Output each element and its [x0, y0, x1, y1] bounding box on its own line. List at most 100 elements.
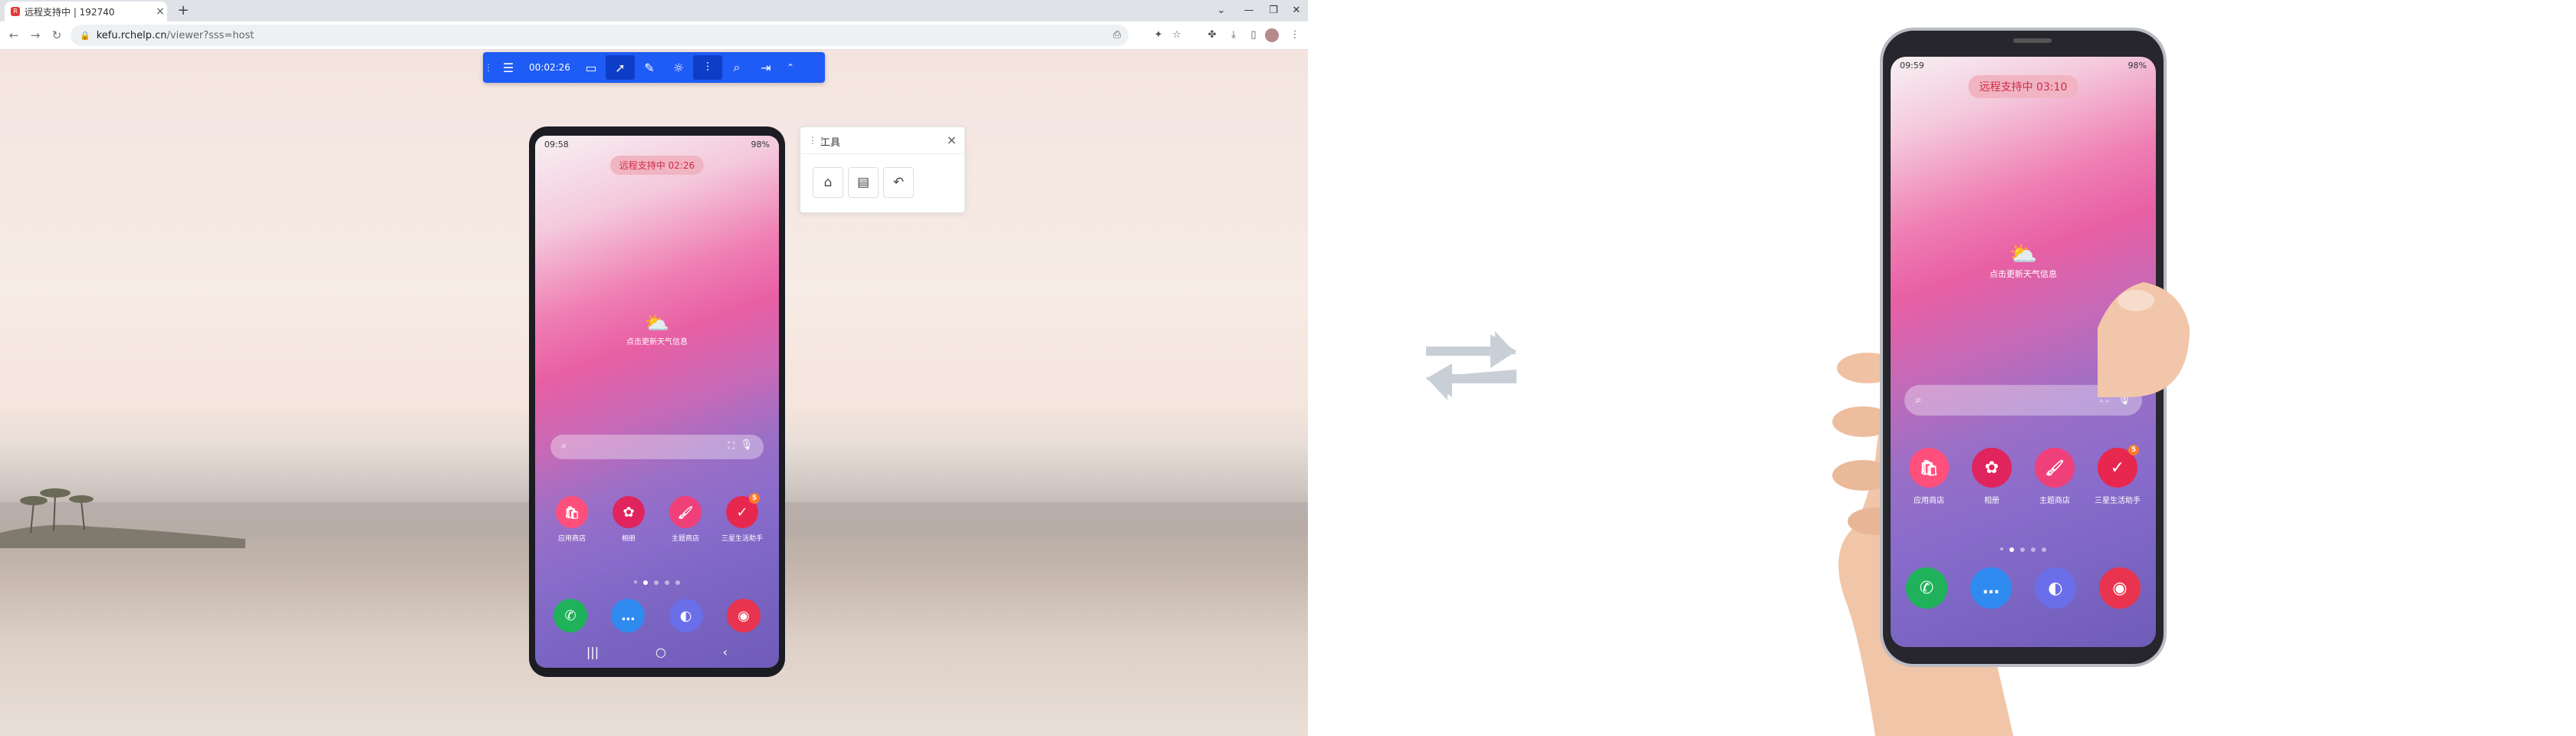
status-time: 09:59	[1900, 61, 1924, 71]
page-dot	[643, 580, 648, 585]
app-gallery[interactable]: ✿ 相册	[601, 496, 656, 543]
zoom-icon[interactable]: ⌕	[722, 55, 751, 80]
page-dot	[634, 580, 637, 583]
app-store: 🛍 应用商店	[1898, 448, 1960, 505]
app-samsung-assistant[interactable]: ✓ 5 三星生活助手	[715, 493, 770, 543]
swap-arrows-icon	[1426, 331, 1516, 400]
pointer-icon[interactable]: ➚	[606, 55, 635, 80]
more-icon[interactable]: ⋮	[1288, 28, 1302, 42]
camera-app-icon: ◉	[2099, 567, 2141, 609]
weather-icon: ⛅	[2009, 241, 2038, 268]
drag-handle-icon[interactable]: ⋮	[483, 55, 494, 80]
dock: ✆ … ◐ ◉	[1906, 567, 2141, 609]
phone-app-icon: ✆	[1906, 567, 1947, 609]
recent-apps-icon: ▤	[856, 175, 870, 190]
reload-icon[interactable]: ↻	[49, 28, 64, 43]
video-icon[interactable]: ▭	[577, 55, 606, 80]
remote-support-pill: 远程支持中 03:10	[1968, 75, 2078, 98]
remote-phone-frame: 09:58 98% 远程支持中 02:26 ⛅ 点击更新天气信息 ⌕ ⛶ 🎙 🛍…	[529, 127, 785, 677]
remote-toolbar: ⋮ ☰ 00:02:26 ▭ ➚ ✎ ☼ ⫶ ⌕ ⇥ ⌃	[483, 52, 825, 83]
recent-apps-button[interactable]: ▤	[848, 167, 879, 198]
collapse-icon[interactable]: ⌃	[780, 55, 800, 80]
mic-icon[interactable]: 🎙	[740, 439, 753, 451]
notification-badge: 5	[2128, 445, 2139, 455]
back-nav-icon[interactable]: ←	[6, 28, 21, 43]
themes-icon: 🖌	[2035, 448, 2075, 488]
tool-panel-header: ⋮⋮ 工具 ×	[800, 127, 964, 154]
close-window-icon[interactable]: ✕	[1285, 3, 1308, 18]
home-button[interactable]: ⌂	[813, 167, 843, 198]
app-themes[interactable]: 🖌 主题商店	[658, 496, 713, 543]
puzzle-icon[interactable]: ✤	[1205, 28, 1219, 42]
status-bar: 09:58 98%	[535, 136, 779, 153]
exit-icon[interactable]: ⇥	[751, 55, 780, 80]
app-label: 应用商店	[1914, 497, 1944, 505]
browser-app-icon[interactable]: ◐	[669, 599, 703, 632]
back-nav-icon[interactable]: ‹	[723, 645, 728, 659]
restore-icon[interactable]: ❐	[1262, 3, 1285, 18]
gallery-icon: ✿	[1972, 448, 2012, 488]
thumb-image	[2098, 282, 2190, 397]
illustration-pane: 09:59 98% 远程支持中 03:10 ⛅ 点击更新天气信息 ⌕ ⛶ 🎙 🛍…	[1308, 0, 2576, 736]
menu-icon[interactable]: ☰	[494, 55, 523, 80]
address-field[interactable]: 🔒 kefu.rchelp.cn/viewer?sss=host	[71, 25, 1129, 46]
brightness-icon[interactable]: ☼	[664, 55, 693, 80]
app-store[interactable]: 🛍 应用商店	[544, 496, 600, 543]
home-nav-icon[interactable]: ○	[656, 645, 666, 659]
status-battery: 98%	[2128, 61, 2147, 71]
status-time: 09:58	[544, 140, 569, 150]
url-host: kefu.rchelp.cn	[96, 29, 167, 41]
star-icon[interactable]: ☆	[1170, 28, 1184, 42]
remote-support-pill: 远程支持中 02:26	[610, 156, 705, 175]
app-samsung-assistant: ✓ 5 三星生活助手	[2087, 445, 2148, 505]
browser-app-icon: ◐	[2035, 567, 2076, 609]
speaker-grille	[2013, 38, 2052, 43]
app-gallery: ✿ 相册	[1961, 448, 2022, 505]
page-dot	[654, 580, 659, 585]
pen-icon[interactable]: ✎	[635, 55, 664, 80]
recent-apps-nav-icon[interactable]: |||	[586, 645, 599, 659]
weather-text: 点击更新天气信息	[1990, 269, 2057, 279]
app-row: 🛍 应用商店 ✿ 相册 🖌 主题商店 ✓ 5 三星生活助手	[544, 493, 770, 543]
app-label: 主题商店	[2039, 497, 2070, 505]
extension-icon[interactable]: ✦	[1152, 28, 1165, 42]
settings-icon[interactable]: ⫶	[693, 55, 722, 80]
tab-title: 远程支持中 | 192740	[25, 6, 115, 18]
browser-tab[interactable]: R 远程支持中 | 192740 ×	[5, 2, 167, 21]
avatar[interactable]	[1265, 28, 1279, 42]
favicon-icon: R	[11, 7, 20, 16]
close-panel-icon[interactable]: ×	[947, 133, 957, 147]
tab-search-icon[interactable]: ⌄	[1210, 3, 1233, 18]
page-dot	[2031, 547, 2036, 552]
search-bar[interactable]: ⌕ ⛶ 🎙	[550, 435, 764, 459]
scan-icon[interactable]: ⛶	[728, 440, 734, 452]
forward-nav-icon[interactable]: →	[28, 28, 43, 43]
tab-close-icon[interactable]: ×	[153, 5, 167, 18]
page-dot	[2042, 547, 2046, 552]
new-tab-icon[interactable]: +	[175, 3, 192, 20]
messages-app-icon[interactable]: …	[611, 599, 646, 632]
status-bar: 09:59 98%	[1891, 57, 2156, 74]
app-label: 三星生活助手	[2095, 497, 2141, 505]
app-label: 主题商店	[671, 535, 699, 543]
weather-widget[interactable]: ⛅ 点击更新天气信息	[626, 312, 688, 347]
back-button[interactable]: ↶	[883, 167, 914, 198]
remote-phone-screen[interactable]: 09:58 98% 远程支持中 02:26 ⛅ 点击更新天气信息 ⌕ ⛶ 🎙 🛍…	[535, 136, 779, 668]
url-path: /viewer?sss=host	[166, 29, 255, 41]
weather-text: 点击更新天气信息	[626, 338, 688, 347]
download-icon[interactable]: ⤓	[1227, 28, 1240, 42]
minimize-icon[interactable]: —	[1237, 3, 1260, 18]
themes-icon: 🖌	[669, 496, 702, 528]
back-icon: ↶	[892, 175, 905, 190]
browser-tab-bar: R 远程支持中 | 192740 × + ⌄ — ❐ ✕	[0, 0, 1308, 21]
share-icon[interactable]: ⎙	[1110, 28, 1124, 42]
nav-bar: ||| ○ ‹	[558, 645, 756, 659]
page-dot	[2020, 547, 2025, 552]
camera-app-icon[interactable]: ◉	[726, 599, 761, 632]
sidepanel-icon[interactable]: ▯	[1247, 28, 1260, 42]
lock-icon: 🔒	[80, 30, 90, 41]
phone-app-icon[interactable]: ✆	[554, 599, 587, 632]
session-timer: 00:02:26	[529, 62, 570, 73]
weather-icon: ⛅	[644, 312, 670, 335]
weather-widget: ⛅ 点击更新天气信息	[1990, 241, 2057, 280]
